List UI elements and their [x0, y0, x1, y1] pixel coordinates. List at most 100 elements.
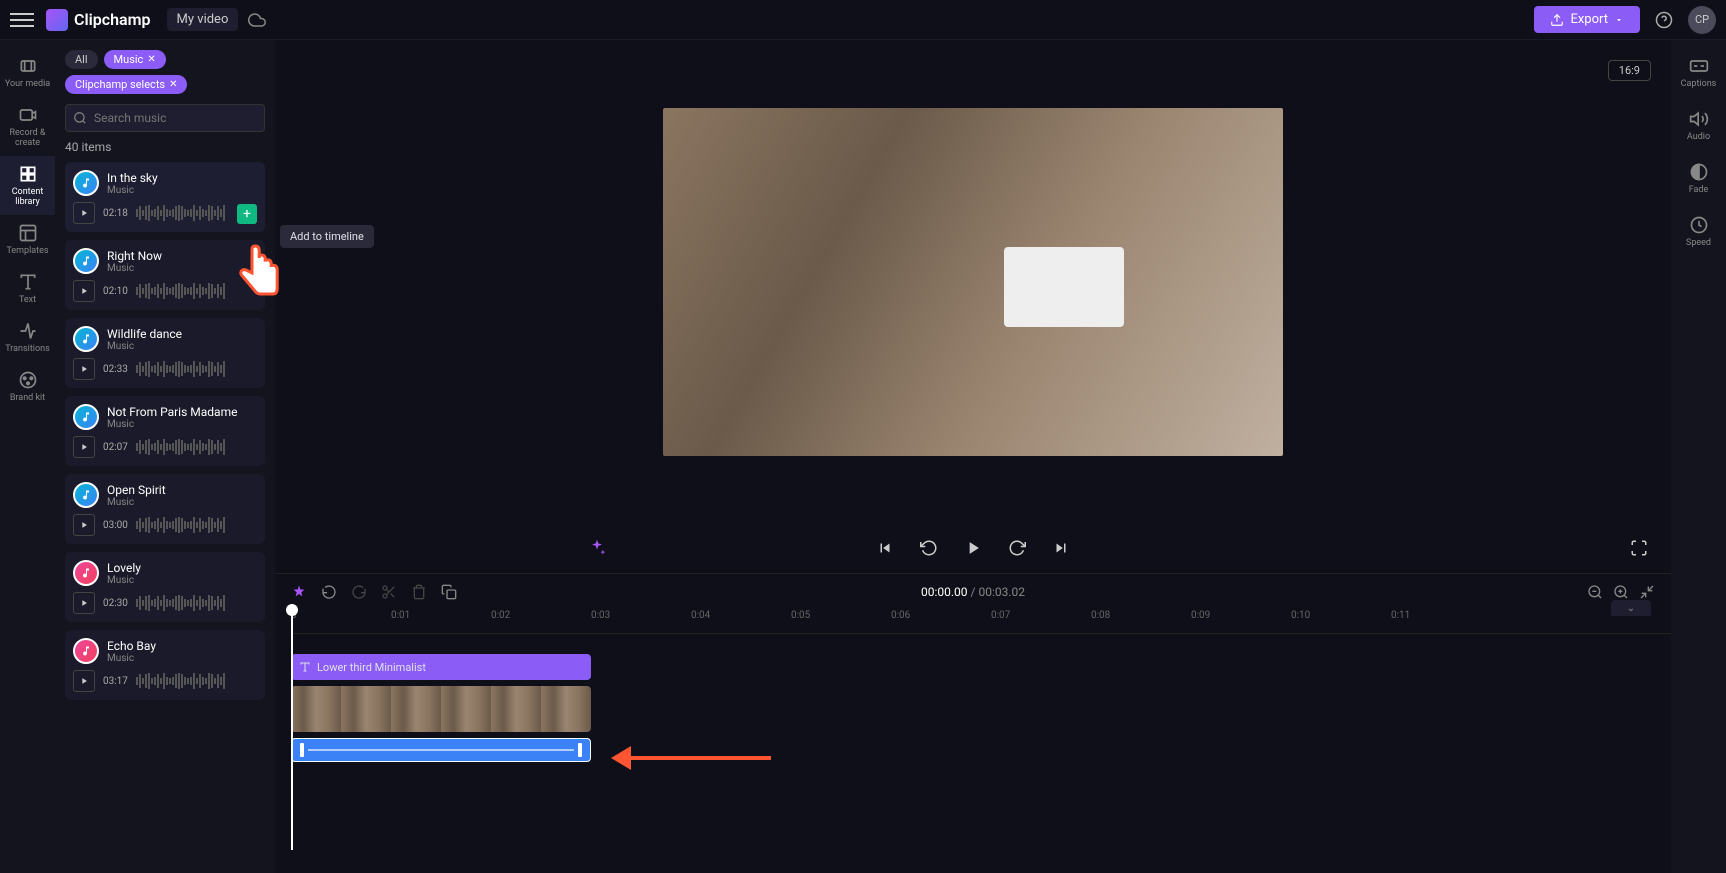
- aspect-ratio-button[interactable]: 16:9: [1608, 60, 1651, 81]
- playback-controls: [275, 523, 1671, 573]
- music-note-icon: [73, 638, 99, 664]
- clip-handle-right[interactable]: [578, 743, 582, 757]
- preview-play-button[interactable]: [73, 514, 95, 536]
- preview-play-button[interactable]: [73, 436, 95, 458]
- forward-button[interactable]: [1005, 536, 1029, 560]
- export-button[interactable]: Export: [1534, 6, 1640, 33]
- prop-speed[interactable]: Speed: [1671, 207, 1726, 256]
- nav-transitions[interactable]: Transitions: [0, 313, 55, 362]
- chip-all[interactable]: All: [65, 50, 98, 69]
- track-title: Open Spirit: [107, 483, 166, 497]
- item-count: 40 items: [65, 140, 265, 154]
- delete-button[interactable]: [411, 584, 427, 600]
- chip-label: Clipchamp selects: [75, 78, 165, 91]
- clip-handle-left[interactable]: [300, 743, 304, 757]
- prop-label: Speed: [1686, 238, 1711, 248]
- title-clip[interactable]: Lower third Minimalist: [291, 654, 591, 680]
- ruler-tick: 0:01: [391, 610, 410, 621]
- zoom-in-button[interactable]: [1613, 584, 1629, 600]
- music-item[interactable]: LovelyMusic02:30: [65, 552, 265, 622]
- skip-forward-button[interactable]: [1049, 536, 1073, 560]
- upload-icon: [1550, 13, 1564, 27]
- brand-name: Clipchamp: [74, 10, 151, 29]
- close-icon[interactable]: ✕: [147, 54, 155, 65]
- video-preview[interactable]: [663, 108, 1283, 456]
- play-button[interactable]: [961, 536, 985, 560]
- nav-text[interactable]: Text: [0, 264, 55, 313]
- waveform-icon: [136, 516, 257, 534]
- track-duration: 02:07: [103, 442, 128, 453]
- prop-audio[interactable]: Audio: [1671, 101, 1726, 150]
- nav-templates[interactable]: Templates: [0, 215, 55, 264]
- music-note-icon: [73, 170, 99, 196]
- undo-button[interactable]: [321, 584, 337, 600]
- track-title: Echo Bay: [107, 639, 156, 653]
- music-note-icon: [73, 404, 99, 430]
- nav-label: Transitions: [5, 344, 50, 354]
- timeline-ruler[interactable]: 00:010:020:030:040:050:060:070:080:090:1…: [291, 610, 1671, 634]
- ruler-tick: 0:04: [691, 610, 710, 621]
- help-icon[interactable]: [1650, 6, 1678, 34]
- preview-play-button[interactable]: [73, 670, 95, 692]
- add-clip-icon[interactable]: [291, 584, 307, 600]
- close-icon[interactable]: ✕: [169, 79, 177, 90]
- search-icon: [73, 111, 87, 125]
- music-item[interactable]: Not From Paris MadameMusic02:07: [65, 396, 265, 466]
- music-item[interactable]: In the skyMusic02:18+: [65, 162, 265, 232]
- track-subtitle: Music: [107, 497, 166, 508]
- music-item[interactable]: Echo BayMusic03:17: [65, 630, 265, 700]
- nav-label: Brand kit: [10, 393, 45, 403]
- nav-brand-kit[interactable]: Brand kit: [0, 362, 55, 411]
- left-nav: Your media Record & create Content libra…: [0, 40, 55, 873]
- prop-label: Audio: [1687, 132, 1710, 142]
- track-title: Wildlife dance: [107, 327, 182, 341]
- clipchamp-logo: [46, 9, 68, 31]
- track-subtitle: Music: [107, 419, 237, 430]
- current-time: 00:00.00: [921, 585, 968, 599]
- total-time: 00:03.02: [978, 585, 1025, 599]
- nav-record-create[interactable]: Record & create: [0, 97, 55, 156]
- split-button[interactable]: [381, 584, 397, 600]
- prop-captions[interactable]: Captions: [1671, 48, 1726, 97]
- music-item[interactable]: Open SpiritMusic03:00: [65, 474, 265, 544]
- chip-music[interactable]: Music✕: [104, 50, 166, 69]
- clip-label: Lower third Minimalist: [317, 661, 426, 674]
- search-input[interactable]: [65, 104, 265, 132]
- user-avatar[interactable]: CP: [1688, 6, 1716, 34]
- track-title: Right Now: [107, 249, 162, 263]
- duplicate-button[interactable]: [441, 584, 457, 600]
- skip-back-button[interactable]: [873, 536, 897, 560]
- preview-area: 16:9 00:00.00 / 00:03.: [275, 40, 1671, 873]
- nav-your-media[interactable]: Your media: [0, 48, 55, 97]
- rewind-button[interactable]: [917, 536, 941, 560]
- menu-icon[interactable]: [10, 8, 34, 32]
- ruler-tick: 0:02: [491, 610, 510, 621]
- preview-play-button[interactable]: [73, 592, 95, 614]
- nav-label: Content library: [4, 187, 51, 207]
- prop-fade[interactable]: Fade: [1671, 154, 1726, 203]
- add-tooltip: Add to timeline: [280, 225, 374, 248]
- preview-play-button[interactable]: [73, 358, 95, 380]
- project-title[interactable]: My video: [167, 8, 239, 31]
- audio-clip[interactable]: [291, 738, 591, 762]
- video-clip[interactable]: [291, 686, 591, 732]
- chip-clipchamp-selects[interactable]: Clipchamp selects ✕: [65, 75, 187, 94]
- preview-play-button[interactable]: [73, 202, 95, 224]
- timeline: 00:00.00 / 00:03.02 ⌄ 00:010:020:030:040…: [275, 573, 1671, 873]
- track-duration: 02:18: [103, 208, 128, 219]
- fullscreen-button[interactable]: [1627, 536, 1651, 560]
- magic-icon[interactable]: [585, 536, 609, 560]
- redo-button[interactable]: [351, 584, 367, 600]
- arrow-annotation: [611, 746, 771, 770]
- zoom-out-button[interactable]: [1587, 584, 1603, 600]
- preview-play-button[interactable]: [73, 280, 95, 302]
- text-icon: [299, 661, 311, 673]
- chevron-down-icon: [1614, 15, 1624, 25]
- nav-label: Your media: [5, 79, 50, 89]
- add-to-timeline-button[interactable]: +: [237, 204, 257, 224]
- music-note-icon: [73, 248, 99, 274]
- fit-button[interactable]: [1639, 584, 1655, 600]
- playhead[interactable]: [291, 610, 293, 850]
- nav-content-library[interactable]: Content library: [0, 156, 55, 215]
- music-item[interactable]: Wildlife danceMusic02:33: [65, 318, 265, 388]
